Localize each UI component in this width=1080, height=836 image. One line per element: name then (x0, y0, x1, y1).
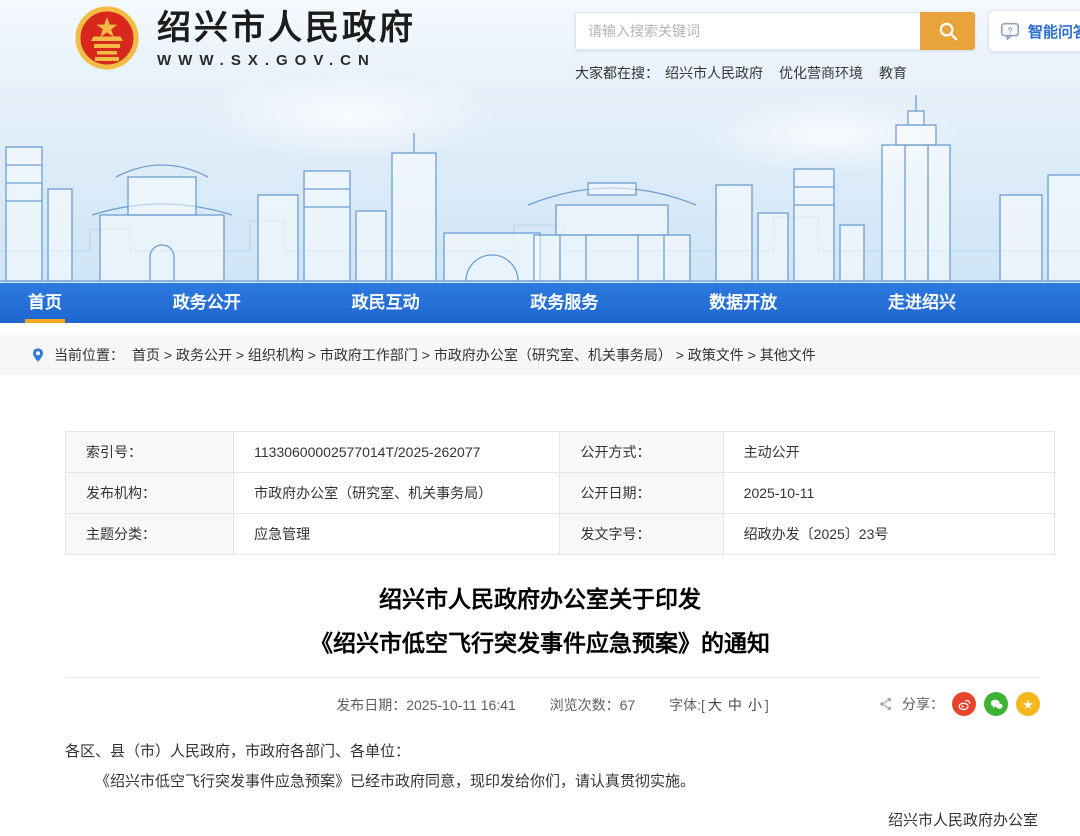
share-wechat-button[interactable] (984, 692, 1008, 716)
font-size-suffix: ] (765, 697, 769, 713)
site-title-block: 绍兴市人民政府 WWW.SX.GOV.CN (157, 8, 416, 69)
page: 绍兴市人民政府 WWW.SX.GOV.CN 大家都在搜： 绍兴市人民政府 优化营… (0, 0, 1080, 830)
signature: 绍兴市人民政府办公室 (0, 809, 1038, 830)
meta-value: 绍政办发〔2025〕23号 (723, 514, 1054, 555)
nav-item-about-shaoxing[interactable]: 走进绍兴 (882, 283, 962, 323)
share-qzone-button[interactable]: ★ (1016, 692, 1040, 716)
font-size-large-button[interactable]: 大 (708, 697, 722, 713)
hot-search-link[interactable]: 绍兴市人民政府 (665, 63, 763, 83)
publish-date-label: 发布日期： (336, 697, 406, 713)
nav-item-open-data[interactable]: 数据开放 (703, 283, 783, 323)
view-count-value: 67 (620, 697, 636, 713)
table-row: 发布机构： 市政府办公室（研究室、机关事务局） 公开日期： 2025-10-11 (66, 473, 1055, 514)
city-skyline-illustration (0, 83, 1080, 283)
font-size-control: 字体:[大中小] (669, 697, 769, 713)
meta-label: 发布机构： (66, 473, 234, 514)
meta-value: 2025-10-11 (723, 473, 1054, 514)
breadcrumb: 当前位置： 首页 > 政务公开 > 组织机构 > 市政府工作部门 > 市政府办公… (0, 335, 1080, 375)
article-content: 索引号： 11330600002577014T/2025-262077 公开方式… (0, 431, 1080, 830)
main-nav: 首页 政务公开 政民互动 政务服务 数据开放 走进绍兴 (0, 283, 1080, 323)
meta-label: 主题分类： (66, 514, 234, 555)
share-bar: 分享： ★ (878, 692, 1040, 716)
hot-search-link[interactable]: 教育 (879, 63, 907, 83)
search-box (575, 12, 975, 50)
meta-value: 应急管理 (234, 514, 560, 555)
smart-qa-label: 智能问答 (1028, 21, 1080, 42)
nav-item-gov-info[interactable]: 政务公开 (167, 283, 247, 323)
svg-text:?: ? (1007, 25, 1012, 35)
site-banner: 绍兴市人民政府 WWW.SX.GOV.CN 大家都在搜： 绍兴市人民政府 优化营… (0, 0, 1080, 283)
site-url: WWW.SX.GOV.CN (157, 52, 416, 69)
breadcrumb-path[interactable]: 首页 > 政务公开 > 组织机构 > 市政府工作部门 > 市政府办公室（研究室、… (132, 345, 816, 365)
paragraph: 各区、县（市）人民政府，市政府各部门、各单位： (65, 737, 1015, 767)
site-logo[interactable]: 绍兴市人民政府 WWW.SX.GOV.CN (75, 6, 416, 70)
share-label: 分享： (902, 694, 944, 714)
hot-search-link[interactable]: 优化营商环境 (779, 63, 863, 83)
view-count-label: 浏览次数： (550, 697, 620, 713)
national-emblem-icon (75, 6, 139, 70)
font-size-prefix: 字体:[ (669, 697, 705, 713)
font-size-medium-button[interactable]: 中 (728, 697, 742, 713)
search-input[interactable] (575, 12, 920, 50)
meta-label: 公开方式： (560, 432, 723, 473)
meta-value: 主动公开 (723, 432, 1054, 473)
font-size-small-button[interactable]: 小 (748, 697, 762, 713)
meta-label: 索引号： (66, 432, 234, 473)
doc-meta-table: 索引号： 11330600002577014T/2025-262077 公开方式… (65, 431, 1055, 555)
breadcrumb-label: 当前位置： (54, 345, 124, 365)
nav-item-services[interactable]: 政务服务 (524, 283, 604, 323)
meta-value: 11330600002577014T/2025-262077 (234, 432, 560, 473)
meta-label: 公开日期： (560, 473, 723, 514)
location-pin-icon (30, 347, 46, 363)
publish-date: 发布日期：2025-10-11 16:41 (336, 697, 516, 713)
paragraph: 《绍兴市低空飞行突发事件应急预案》已经市政府同意，现印发给你们，请认真贯彻实施。 (65, 767, 1015, 797)
smart-qa-widget[interactable]: ? 智能问答 (988, 10, 1080, 52)
nav-item-home[interactable]: 首页 (22, 283, 68, 323)
site-name: 绍兴市人民政府 (157, 8, 416, 48)
table-row: 主题分类： 应急管理 发文字号： 绍政办发〔2025〕23号 (66, 514, 1055, 555)
document-body: 各区、县（市）人民政府，市政府各部门、各单位： 《绍兴市低空飞行突发事件应急预案… (65, 737, 1015, 797)
meta-value: 市政府办公室（研究室、机关事务局） (234, 473, 560, 514)
chat-question-icon: ? (999, 20, 1021, 42)
document-title: 绍兴市人民政府办公室关于印发 《绍兴市低空飞行突发事件应急预案》的通知 (0, 577, 1080, 665)
search-button[interactable] (920, 12, 975, 50)
wechat-icon (989, 697, 1004, 712)
publish-date-value: 2025-10-11 16:41 (406, 697, 516, 713)
meta-label: 发文字号： (560, 514, 723, 555)
view-count: 浏览次数：67 (550, 697, 636, 713)
article-meta-bar: 发布日期：2025-10-11 16:41 浏览次数：67 字体:[大中小] 分… (65, 677, 1040, 715)
share-weibo-button[interactable] (952, 692, 976, 716)
search-area: 大家都在搜： 绍兴市人民政府 优化营商环境 教育 (575, 12, 975, 83)
nav-item-interaction[interactable]: 政民互动 (346, 283, 426, 323)
weibo-icon (957, 697, 972, 712)
hot-search-label: 大家都在搜： (575, 63, 659, 83)
document-title-line2: 《绍兴市低空飞行突发事件应急预案》的通知 (0, 621, 1080, 665)
qzone-star-icon: ★ (1022, 698, 1034, 711)
search-icon (937, 20, 959, 42)
share-nodes-icon (878, 696, 894, 712)
table-row: 索引号： 11330600002577014T/2025-262077 公开方式… (66, 432, 1055, 473)
hot-search-bar: 大家都在搜： 绍兴市人民政府 优化营商环境 教育 (575, 63, 975, 83)
document-title-line1: 绍兴市人民政府办公室关于印发 (0, 577, 1080, 621)
